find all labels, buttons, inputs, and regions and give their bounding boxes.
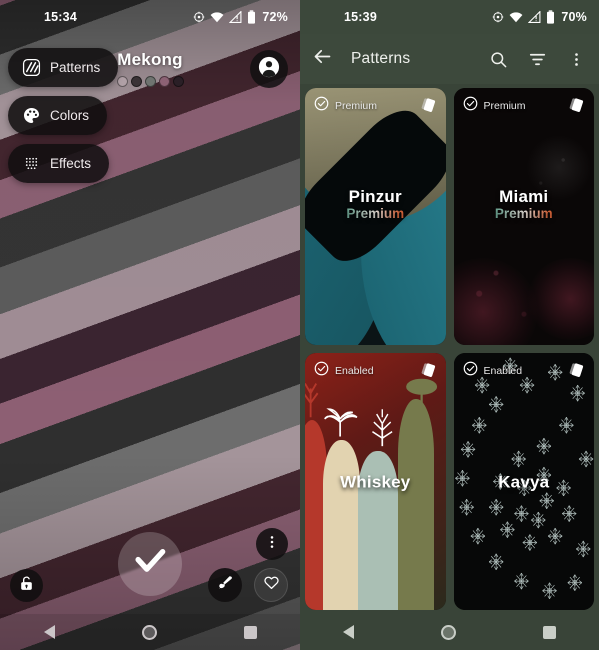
filter-icon[interactable] <box>526 48 548 70</box>
dual-screenshot: 15:34 72% Mekong Patterns Colors Effects… <box>0 0 599 650</box>
pill-colors[interactable]: Colors <box>8 96 108 135</box>
battery-percent: 70% <box>561 10 587 24</box>
account-circle-icon <box>258 56 280 83</box>
card-title-block: Miami Premium <box>454 187 595 221</box>
color-swatch[interactable] <box>158 76 170 87</box>
battery-icon <box>247 10 256 24</box>
pill-patterns-label: Patterns <box>50 60 101 75</box>
left-screen-wallpaper-editor: 15:34 72% Mekong Patterns Colors Effects <box>0 0 300 650</box>
nav-home-icon[interactable] <box>440 624 456 640</box>
right-screen-patterns-list: 15:39 70% Patterns Premium Pinzur Premiu… <box>300 0 599 650</box>
wifi-icon <box>210 11 224 23</box>
check-circle-icon <box>463 361 478 381</box>
location-icon <box>193 11 205 23</box>
card-name: Kavya <box>498 472 550 491</box>
battery-percent: 72% <box>262 10 288 24</box>
check-icon <box>131 543 169 586</box>
overflow-menu-icon[interactable] <box>565 48 587 70</box>
card-badge-label: Enabled <box>483 365 523 377</box>
palette-icon <box>21 106 41 126</box>
wallpaper-name: Mekong <box>117 50 183 69</box>
signal-warning-icon <box>528 11 541 23</box>
app-bar-actions <box>487 48 587 70</box>
layers-icon[interactable] <box>567 361 586 385</box>
lock-button[interactable] <box>10 569 43 602</box>
card-status-badge: Premium <box>463 96 526 116</box>
pill-effects-label: Effects <box>50 156 92 171</box>
card-subtitle: Premium <box>494 205 553 221</box>
status-icons: 70% <box>492 10 587 24</box>
card-badge-label: Enabled <box>335 365 374 377</box>
nav-back-icon[interactable] <box>43 625 55 639</box>
brush-button[interactable] <box>208 568 242 602</box>
layers-icon[interactable] <box>567 96 586 120</box>
signal-warning-icon <box>229 11 242 23</box>
dot-grid-icon <box>21 154 41 174</box>
pattern-card-pinzur[interactable]: Premium Pinzur Premium <box>305 88 446 345</box>
pattern-card-kavya[interactable]: Enabled Kavya <box>453 353 595 610</box>
pattern-card-whiskey[interactable]: Enabled Whiskey <box>305 353 446 610</box>
card-name: Whiskey <box>340 472 411 491</box>
arrow-back-icon[interactable] <box>312 46 333 72</box>
nav-recents-icon[interactable] <box>542 625 556 639</box>
card-title-block: Whiskey <box>305 472 446 491</box>
brush-icon <box>217 574 234 596</box>
search-icon[interactable] <box>487 48 509 70</box>
editor-tool-pills: Patterns Colors Effects <box>8 48 119 183</box>
lock-icon <box>18 575 35 597</box>
card-title-block: Pinzur Premium <box>305 187 446 221</box>
pattern-stripes-icon <box>21 58 41 78</box>
color-swatch-row[interactable] <box>116 76 184 87</box>
pill-colors-label: Colors <box>50 108 90 123</box>
card-status-badge: Premium <box>314 96 377 116</box>
more-options-button[interactable] <box>256 528 288 560</box>
right-navigation-bar <box>300 614 599 650</box>
right-status-bar: 15:39 70% <box>300 0 599 34</box>
card-name: Miami <box>499 186 549 206</box>
status-icons: 72% <box>193 10 288 24</box>
nav-recents-icon[interactable] <box>243 625 257 639</box>
nav-back-icon[interactable] <box>343 625 355 639</box>
card-badge-label: Premium <box>483 100 526 112</box>
card-status-badge: Enabled <box>463 361 523 381</box>
left-navigation-bar <box>0 614 300 650</box>
color-swatch[interactable] <box>172 76 184 87</box>
check-circle-icon <box>314 361 329 381</box>
page-title: Patterns <box>351 50 411 67</box>
apply-wallpaper-button[interactable] <box>118 532 182 596</box>
card-badge-label: Premium <box>335 100 378 112</box>
nav-home-icon[interactable] <box>141 624 157 640</box>
account-button[interactable] <box>250 50 288 88</box>
layers-icon[interactable] <box>419 361 438 385</box>
color-swatch[interactable] <box>144 76 156 87</box>
card-name: Pinzur <box>348 186 402 206</box>
battery-icon <box>546 10 555 24</box>
pill-effects[interactable]: Effects <box>8 144 110 183</box>
app-bar: Patterns <box>300 34 599 84</box>
patterns-grid: Premium Pinzur Premium Premium Miami Pre… <box>300 84 599 614</box>
layers-icon[interactable] <box>419 96 438 120</box>
card-subtitle: Premium <box>346 205 405 221</box>
card-status-badge: Enabled <box>314 361 374 381</box>
color-swatch[interactable] <box>130 76 142 87</box>
pill-patterns[interactable]: Patterns <box>8 48 119 87</box>
check-circle-icon <box>314 96 329 116</box>
heart-outline-icon <box>263 574 280 596</box>
more-vertical-icon <box>264 534 280 555</box>
check-circle-icon <box>463 96 478 116</box>
left-status-bar: 15:34 72% <box>0 0 300 34</box>
pattern-card-miami[interactable]: Premium Miami Premium <box>453 88 595 345</box>
status-time: 15:39 <box>344 10 377 24</box>
status-time: 15:34 <box>44 10 77 24</box>
card-title-block: Kavya <box>454 472 595 491</box>
location-icon <box>492 11 504 23</box>
favorite-button[interactable] <box>254 568 288 602</box>
wifi-icon <box>509 11 523 23</box>
